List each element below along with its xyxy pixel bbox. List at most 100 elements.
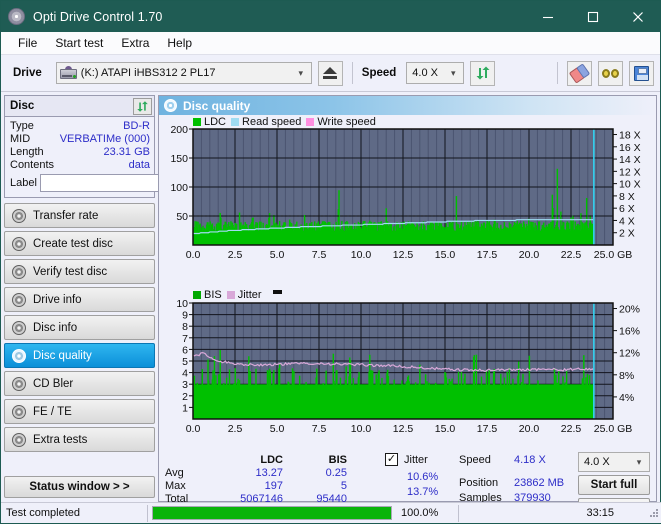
disc-label-row: Label xyxy=(10,173,150,193)
sidebar-item-verify-test-disc[interactable]: Verify test disc xyxy=(4,259,155,284)
sidebar-item-extra-tests[interactable]: Extra tests xyxy=(4,427,155,452)
disc-row-length: Length 23.31 GB xyxy=(10,146,150,158)
glasses-icon xyxy=(602,67,620,80)
stats-max-ldc: 197 xyxy=(213,480,283,493)
disc-row-value: 23.31 GB xyxy=(104,146,150,158)
speed-select-value: 4.0 X xyxy=(410,67,445,79)
svg-text:1: 1 xyxy=(182,402,188,414)
speed-select[interactable]: 4.0 X ▾ xyxy=(406,62,464,84)
svg-text:12%: 12% xyxy=(619,348,640,360)
stats-row-key: Avg xyxy=(165,467,213,480)
menu-file[interactable]: File xyxy=(9,33,46,53)
status-window-button[interactable]: Status window > > xyxy=(4,476,155,498)
disc-icon xyxy=(12,237,26,251)
sidebar-nav: Transfer rate Create test disc Verify te… xyxy=(4,203,155,452)
disc-refresh-button[interactable] xyxy=(133,98,152,115)
legend-swatch-read-speed xyxy=(231,118,239,126)
stats-col-ldc: LDC xyxy=(213,454,283,467)
sidebar-item-disc-info[interactable]: Disc info xyxy=(4,315,155,340)
jitter-toggle[interactable]: ✓ Jitter xyxy=(385,453,428,466)
svg-text:5.0: 5.0 xyxy=(270,423,285,435)
eject-button[interactable] xyxy=(318,61,343,86)
progress-bar xyxy=(152,506,392,520)
menu-help[interactable]: Help xyxy=(158,33,201,53)
legend-item-bis: BIS xyxy=(193,289,222,301)
drive-select[interactable]: (K:) ATAPI iHBS312 2 PL17 ▾ xyxy=(56,62,312,84)
svg-text:15.0: 15.0 xyxy=(435,249,456,261)
legend-swatch-bis xyxy=(193,291,201,299)
svg-text:2.5: 2.5 xyxy=(228,249,243,261)
eraser-icon xyxy=(569,63,590,83)
disc-icon xyxy=(12,321,26,335)
svg-text:2: 2 xyxy=(182,391,188,403)
resize-grip[interactable] xyxy=(648,507,660,519)
disc-row-key: MID xyxy=(10,133,30,145)
svg-text:12 X: 12 X xyxy=(619,166,641,178)
sidebar-item-fe-te[interactable]: FE / TE xyxy=(4,399,155,424)
stats-row-key: Max xyxy=(165,480,213,493)
save-button[interactable] xyxy=(629,61,654,86)
tools-button[interactable] xyxy=(598,61,623,86)
test-speed-select[interactable]: 4.0 X ▾ xyxy=(578,452,650,472)
svg-text:50: 50 xyxy=(176,211,188,223)
svg-text:15.0: 15.0 xyxy=(435,423,456,435)
sidebar-item-transfer-rate[interactable]: Transfer rate xyxy=(4,203,155,228)
disc-row-key: Type xyxy=(10,120,34,132)
sidebar-item-drive-info[interactable]: Drive info xyxy=(4,287,155,312)
eject-icon xyxy=(323,67,337,74)
svg-text:18 X: 18 X xyxy=(619,130,641,142)
svg-text:5: 5 xyxy=(182,356,188,368)
start-full-button[interactable]: Start full xyxy=(578,475,650,495)
legend-item-ldc: LDC xyxy=(193,116,226,128)
position-readout-label: Position xyxy=(459,477,498,489)
chevron-down-icon: ▾ xyxy=(631,457,647,468)
sidebar-item-disc-quality[interactable]: Disc quality xyxy=(4,343,155,368)
svg-text:10: 10 xyxy=(176,298,188,310)
chart-legend-top: LDC Read speed Write speed xyxy=(193,116,376,128)
svg-text:10 X: 10 X xyxy=(619,179,641,191)
disc-label-caption: Label xyxy=(10,177,37,189)
content-area: Disc Type BD-R xyxy=(1,92,660,502)
menu-bar: File Start test Extra Help xyxy=(1,32,660,55)
drive-label: Drive xyxy=(13,67,42,79)
position-readout-value: 23862 MB xyxy=(514,477,564,489)
menu-start-test[interactable]: Start test xyxy=(46,33,112,53)
svg-text:0.0: 0.0 xyxy=(186,249,201,261)
status-message: Test completed xyxy=(1,503,147,524)
jitter-checkbox[interactable]: ✓ xyxy=(385,453,398,466)
legend-swatch-marker xyxy=(273,290,282,294)
svg-text:20%: 20% xyxy=(619,304,640,316)
svg-text:20.0: 20.0 xyxy=(519,249,540,261)
maximize-icon[interactable] xyxy=(570,1,615,32)
sidebar-item-cd-bler[interactable]: CD Bler xyxy=(4,371,155,396)
svg-text:2 X: 2 X xyxy=(619,228,635,240)
sidebar-item-label: Create test disc xyxy=(33,238,113,250)
svg-text:6: 6 xyxy=(182,344,188,356)
main-panel-title: Disc quality xyxy=(183,99,250,113)
sidebar-item-create-test-disc[interactable]: Create test disc xyxy=(4,231,155,256)
svg-text:25.0 GB: 25.0 GB xyxy=(594,423,633,435)
sidebar-item-label: Disc quality xyxy=(33,350,92,362)
disc-panel-header: Disc xyxy=(5,96,154,117)
stats-col-bis: BIS xyxy=(283,454,347,467)
svg-text:7: 7 xyxy=(182,333,188,345)
disc-icon xyxy=(12,433,26,447)
disc-row-value: VERBATIMe (000) xyxy=(60,133,150,145)
erase-button[interactable] xyxy=(567,61,592,86)
disc-panel: Disc Type BD-R xyxy=(4,95,155,198)
svg-text:4%: 4% xyxy=(619,392,634,404)
drive-toolbar: Drive (K:) ATAPI iHBS312 2 PL17 ▾ Speed … xyxy=(1,55,660,92)
speed-readout-value: 4.18 X xyxy=(514,454,546,466)
disc-row-type: Type BD-R xyxy=(10,120,150,132)
refresh-button[interactable] xyxy=(470,61,495,86)
stats-max-bis: 5 xyxy=(283,480,347,493)
main-panel: Disc quality LDC Read speed Write speed xyxy=(158,95,657,502)
close-icon[interactable] xyxy=(615,1,660,32)
legend-swatch-write-speed xyxy=(306,118,314,126)
svg-text:0.0: 0.0 xyxy=(186,423,201,435)
disc-quality-charts[interactable]: 501001502002 X4 X6 X8 X10 X12 X14 X16 X1… xyxy=(159,115,656,445)
menu-extra[interactable]: Extra xyxy=(112,33,158,53)
svg-text:20.0: 20.0 xyxy=(519,423,540,435)
svg-text:6 X: 6 X xyxy=(619,203,635,215)
minimize-icon[interactable] xyxy=(525,1,570,32)
